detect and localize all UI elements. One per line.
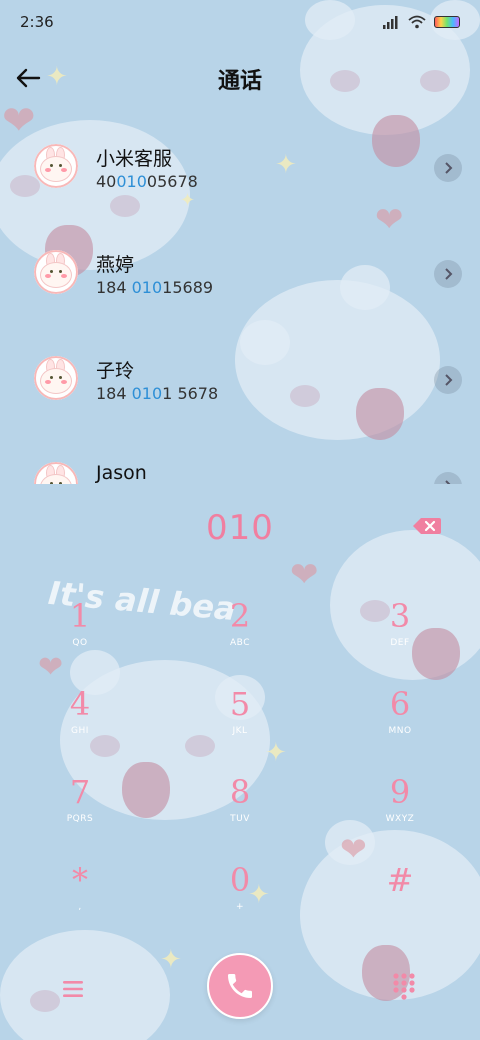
avatar <box>34 356 78 400</box>
dial-input[interactable]: 010 <box>206 508 274 548</box>
avatar <box>34 250 78 294</box>
backspace-icon[interactable] <box>412 516 442 536</box>
avatar <box>34 144 78 188</box>
header: 通话 <box>0 44 480 114</box>
signal-icon <box>383 16 398 29</box>
key-6[interactable]: 6 MNO <box>340 684 460 764</box>
chevron-right-icon[interactable] <box>434 366 462 394</box>
status-bar: 2:36 <box>0 0 480 44</box>
contact-number: 184 0101 5678 <box>96 384 219 403</box>
call-button[interactable] <box>207 953 273 1019</box>
key-hash[interactable]: # <box>340 860 460 940</box>
key-7[interactable]: 7 PQRS <box>20 772 140 852</box>
dial-display: 010 <box>0 500 480 556</box>
avatar <box>34 462 78 484</box>
contact-item[interactable]: 小米客服 4001005678 <box>0 114 480 220</box>
chevron-right-icon[interactable] <box>434 154 462 182</box>
key-8[interactable]: 8 TUV <box>180 772 300 852</box>
contact-number: 184 01015689 <box>96 278 214 297</box>
back-arrow-icon[interactable] <box>8 58 48 98</box>
page-title: 通话 <box>217 69 262 94</box>
key-9[interactable]: 9 WXYZ <box>340 772 460 852</box>
key-2[interactable]: 2 ABC <box>180 596 300 676</box>
contact-item[interactable]: 燕婷 184 01015689 <box>0 220 480 326</box>
contact-item[interactable]: 子玲 184 0101 5678 <box>0 326 480 432</box>
contact-name: 子玲 <box>96 360 135 382</box>
wifi-icon <box>408 15 426 29</box>
status-icons <box>382 15 460 29</box>
key-1[interactable]: 1 QO <box>20 596 140 676</box>
key-0[interactable]: 0 + <box>180 860 300 940</box>
key-3[interactable]: 3 DEF <box>340 596 460 676</box>
contact-item[interactable]: Jason <box>0 432 480 484</box>
keypad-toggle-icon[interactable] <box>392 972 422 1002</box>
status-time: 2:36 <box>20 13 54 31</box>
contact-number: 4001005678 <box>96 172 198 191</box>
chevron-right-icon[interactable] <box>434 260 462 288</box>
key-5[interactable]: 5 JKL <box>180 684 300 764</box>
chevron-right-icon[interactable] <box>434 472 462 484</box>
contact-name: 燕婷 <box>96 254 135 276</box>
battery-icon <box>434 16 460 28</box>
contact-name: Jason <box>96 462 147 484</box>
key-4[interactable]: 4 GHI <box>20 684 140 764</box>
contact-list: 小米客服 4001005678 燕婷 184 01015689 子玲 184 0… <box>0 114 480 484</box>
key-star[interactable]: *, <box>20 860 140 940</box>
phone-icon <box>228 974 252 998</box>
menu-icon[interactable] <box>58 974 88 1004</box>
bottom-bar <box>0 950 480 1030</box>
contact-name: 小米客服 <box>96 148 173 170</box>
